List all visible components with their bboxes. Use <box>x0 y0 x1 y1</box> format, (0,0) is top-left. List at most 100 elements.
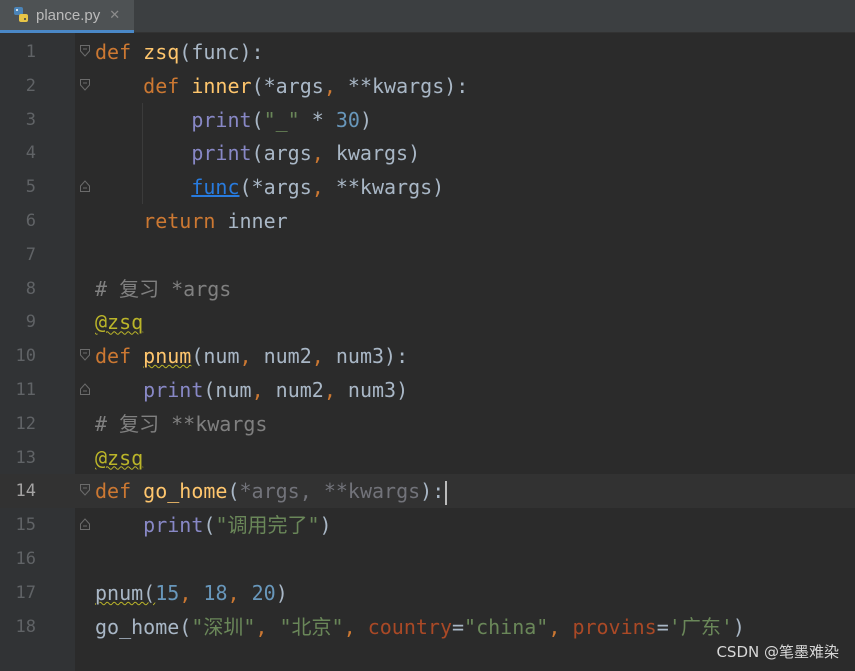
line-number: 1 <box>25 42 36 62</box>
code-line[interactable]: 11 print(num, num2, num3) <box>0 373 855 407</box>
line-number: 4 <box>25 143 36 164</box>
code-token: 15 <box>155 580 180 605</box>
code-token: , <box>323 73 336 98</box>
code-text: return inner <box>95 204 288 238</box>
code-text: def zsq(func): <box>95 35 264 69</box>
editor-tab-bar: plance.py ✕ <box>0 0 855 33</box>
code-line[interactable]: 18 go_home("深圳", "北京", country="china", p… <box>0 610 855 644</box>
code-line[interactable]: 12 # 复习 **kwargs <box>0 407 855 441</box>
line-number: 16 <box>15 549 36 569</box>
code-token: , <box>299 479 324 504</box>
code-token: (*args <box>251 73 324 98</box>
code-token: kwargs) <box>323 141 421 166</box>
watermark: CSDN @笔墨难染 <box>716 643 839 661</box>
code-token: , <box>311 344 324 369</box>
line-number: 13 <box>15 447 36 468</box>
code-token: pnum <box>143 344 192 369</box>
text-caret <box>445 480 448 505</box>
code-token: "china" <box>464 614 549 639</box>
fold-open-icon[interactable] <box>80 78 90 91</box>
tab-filename: plance.py <box>36 6 101 24</box>
code-token: # 复习 **kwargs <box>95 411 268 436</box>
code-text: def pnum(num, num2, num3): <box>95 339 408 373</box>
code-token: 18 <box>203 580 228 605</box>
fold-open-icon[interactable] <box>80 45 90 57</box>
code-token: "_" <box>263 107 300 132</box>
close-icon[interactable]: ✕ <box>109 8 120 23</box>
code-token: (*args <box>239 175 312 200</box>
fold-close-icon[interactable] <box>80 180 90 193</box>
fold-close-icon[interactable] <box>80 518 90 531</box>
code-token: print <box>191 107 252 132</box>
code-line[interactable]: 4 print(args, kwargs) <box>0 136 855 170</box>
code-text: print("调用完了") <box>95 508 331 542</box>
code-token: *args <box>239 479 300 504</box>
code-token: def <box>95 479 132 504</box>
code-token: **kwargs): <box>335 73 469 98</box>
code-text: pnum(15, 18, 20) <box>95 576 288 610</box>
code-token: ): <box>420 479 445 504</box>
code-token: inner <box>191 73 252 98</box>
fold-open-icon[interactable] <box>80 484 90 497</box>
fold-close-icon[interactable] <box>80 383 90 395</box>
code-token: ( <box>227 479 240 504</box>
code-token: , <box>251 378 264 402</box>
line-number: 3 <box>25 109 36 130</box>
code-text: print("_" * 30) <box>95 103 372 137</box>
code-token: , <box>343 614 356 639</box>
code-token: print <box>191 141 252 166</box>
tab-plance-py[interactable]: plance.py ✕ <box>0 0 134 33</box>
code-line[interactable]: 7 <box>0 238 855 272</box>
line-number: 10 <box>15 346 36 367</box>
code-token: go_home( <box>95 614 192 639</box>
code-token: = <box>656 614 669 639</box>
code-line[interactable]: 14 def go_home(*args, **kwargs): <box>0 474 855 509</box>
code-token: , <box>239 344 252 369</box>
line-number: 17 <box>15 582 36 603</box>
code-token: ) <box>732 614 745 639</box>
code-line[interactable]: 9 @zsq <box>0 305 855 339</box>
line-number: 9 <box>25 312 36 333</box>
code-token: * <box>299 107 336 132</box>
code-line[interactable]: 10 def pnum(num, num2, num3): <box>0 339 855 373</box>
fold-open-icon[interactable] <box>80 349 90 361</box>
code-token: country <box>367 614 452 639</box>
line-number: 12 <box>15 413 36 434</box>
code-token: "调用完了" <box>215 513 320 538</box>
code-line[interactable]: 2 def inner(*args, **kwargs): <box>0 69 855 103</box>
code-line[interactable]: 1 def zsq(func): <box>0 35 855 69</box>
code-line[interactable]: 5 func(*args, **kwargs) <box>0 170 855 204</box>
code-token: ( <box>251 107 264 132</box>
code-token: ( <box>203 513 216 538</box>
indent-guide <box>142 102 143 204</box>
code-token: zsq <box>143 40 180 64</box>
code-line[interactable]: 16 <box>0 542 855 576</box>
line-number: 5 <box>25 177 36 198</box>
code-token: 20 <box>251 580 276 605</box>
code-token: , <box>548 614 561 639</box>
code-token: @zsq <box>95 310 144 335</box>
code-token: "北京" <box>279 614 344 639</box>
code-line[interactable]: 3 print("_" * 30) <box>0 103 855 137</box>
line-number: 2 <box>25 75 36 96</box>
code-line[interactable]: 13 @zsq <box>0 441 855 475</box>
code-token: num3) <box>335 378 409 402</box>
code-token: = <box>452 614 465 639</box>
code-token: inner <box>215 209 288 233</box>
code-line[interactable]: 6 return inner <box>0 204 855 238</box>
code-token: print <box>143 378 204 402</box>
code-token: **kwargs) <box>323 175 445 200</box>
code-line[interactable]: 8 # 复习 *args <box>0 272 855 306</box>
code-line[interactable]: 15 print("调用完了") <box>0 508 855 542</box>
code-text: # 复习 **kwargs <box>95 407 267 441</box>
code-line[interactable]: 17 pnum(15, 18, 20) <box>0 576 855 610</box>
